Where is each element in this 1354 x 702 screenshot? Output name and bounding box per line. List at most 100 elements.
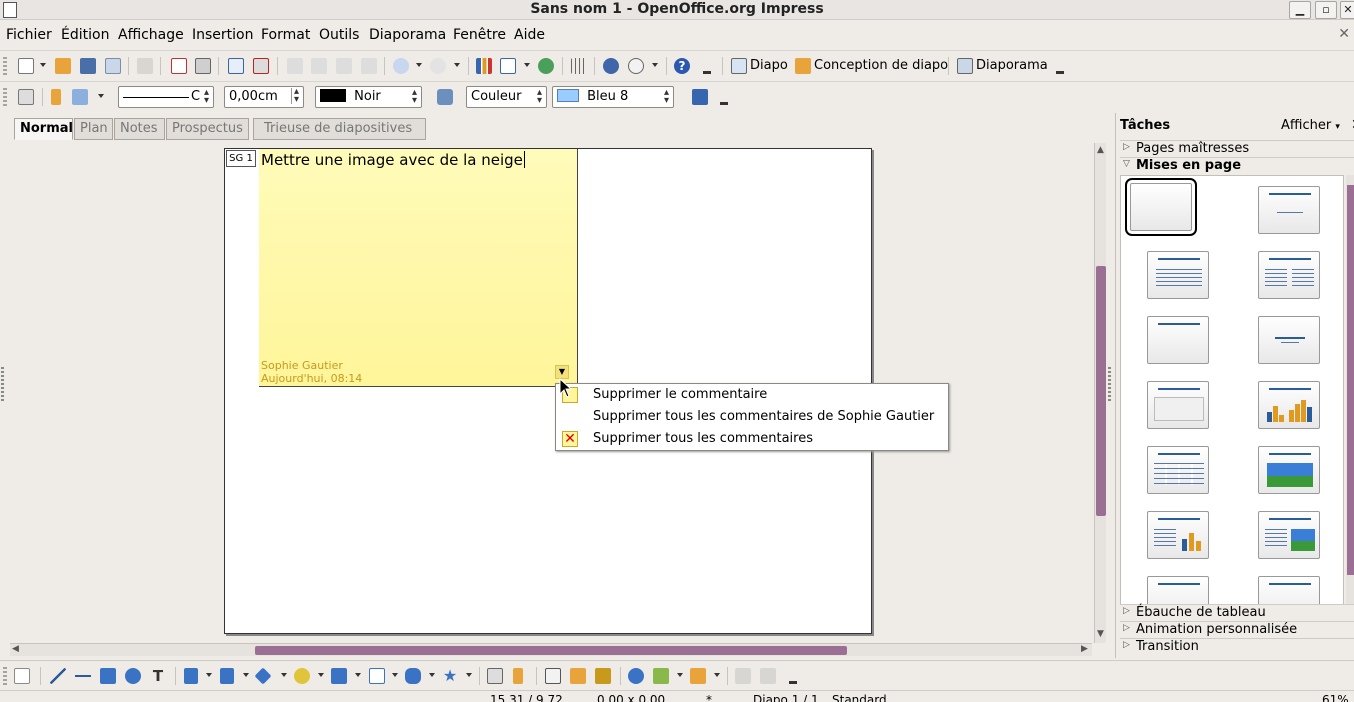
fontwork-gallery-icon[interactable] (545, 668, 561, 684)
menu-item-delete-comment[interactable]: Supprimer le commentaire (556, 384, 948, 406)
print-icon[interactable] (195, 58, 211, 74)
layout-title-empty[interactable] (1147, 316, 1209, 364)
task-pane-view-menu[interactable]: Afficher ▾ (1281, 118, 1340, 133)
line-width-field[interactable]: 0,00cm ▴ ▾ (224, 86, 304, 108)
fontwork-icon[interactable] (538, 58, 554, 74)
cut-icon[interactable] (287, 58, 303, 74)
spin-arrows-icon[interactable]: ▴ ▾ (290, 87, 299, 105)
stars-icon[interactable]: ★ (442, 668, 458, 684)
menu-affichage[interactable]: Affichage (118, 27, 184, 43)
close-window-button[interactable]: ✕ (1340, 1, 1354, 19)
layout-centered-text[interactable] (1258, 316, 1320, 364)
menu-fichier[interactable]: Fichier (6, 27, 52, 43)
menu-edition[interactable]: Édition (61, 27, 109, 43)
arrow-line-icon[interactable] (75, 668, 91, 684)
object-icon[interactable] (18, 89, 34, 105)
comment-menu-button[interactable]: ▼ (555, 365, 569, 379)
toolbar-grip[interactable] (3, 667, 7, 685)
alignment-icon[interactable] (653, 668, 669, 684)
horizontal-scrollbar[interactable]: ◀ ▶ (10, 643, 1092, 656)
line-tool-icon[interactable] (51, 89, 61, 105)
rotate-icon[interactable] (628, 668, 644, 684)
minimize-button[interactable]: ▁ (1289, 1, 1311, 19)
new-dropdown-icon[interactable] (40, 63, 46, 67)
vertical-scroll-thumb[interactable] (1096, 266, 1106, 516)
conception-diapo-button[interactable]: Conception de diapo (814, 58, 948, 73)
section-mises-en-page[interactable]: ▽ Mises en page (1120, 157, 1354, 174)
slideshow-icon[interactable] (957, 58, 973, 74)
shadow-icon[interactable] (692, 89, 708, 105)
toolbar-grip[interactable] (3, 88, 7, 106)
layout-title-two-content[interactable] (1258, 251, 1320, 299)
edit-file-icon[interactable] (137, 58, 153, 74)
callouts-dropdown-icon[interactable] (429, 673, 435, 677)
table-icon[interactable] (500, 58, 516, 74)
horizontal-scroll-thumb[interactable] (255, 646, 847, 655)
arrow-style-icon[interactable] (72, 89, 88, 105)
area-style-combo[interactable]: Couleur ▴ ▾ (466, 86, 547, 108)
chart-icon[interactable] (476, 58, 492, 74)
layout-title-chart[interactable] (1258, 381, 1320, 429)
layout-title-content[interactable] (1147, 251, 1209, 299)
menu-diaporama[interactable]: Diaporama (369, 27, 446, 43)
insert-image-icon[interactable] (570, 668, 586, 684)
section-ebauche-tableau[interactable]: ▷ Ébauche de tableau (1120, 604, 1354, 621)
left-panel-grip[interactable] (1, 367, 4, 401)
section-transition[interactable]: ▷ Transition (1120, 638, 1354, 655)
comment-marker[interactable]: SG 1 (226, 150, 256, 167)
help-icon[interactable]: ? (674, 58, 690, 74)
block-arrows-icon[interactable] (331, 668, 347, 684)
block-arrows-dropdown-icon[interactable] (355, 673, 361, 677)
slide-icon[interactable] (731, 58, 747, 74)
layout-text-chart[interactable] (1147, 511, 1209, 559)
copy-icon[interactable] (311, 58, 327, 74)
connector-dropdown-icon[interactable] (243, 673, 249, 677)
symbol-shapes-dropdown-icon[interactable] (318, 673, 324, 677)
menu-item-delete-all-comments[interactable]: ✕ Supprimer tous les commentaires (556, 428, 948, 450)
basic-shapes-icon[interactable] (254, 667, 272, 685)
effects-icon[interactable] (760, 668, 776, 684)
tab-normal[interactable]: Normal (14, 118, 73, 140)
open-folder-icon[interactable] (55, 58, 71, 74)
undo-icon[interactable] (393, 58, 409, 74)
diapo-button[interactable]: Diapo (750, 58, 788, 73)
extrusion-icon[interactable] (735, 668, 751, 684)
basic-shapes-dropdown-icon[interactable] (281, 673, 287, 677)
redo-dropdown-icon[interactable] (454, 63, 460, 67)
curve-dropdown-icon[interactable] (206, 673, 212, 677)
toolbar-overflow-icon[interactable] (720, 102, 728, 105)
comment-text[interactable]: Mettre une image avec de la neige (261, 151, 523, 169)
vertical-scrollbar[interactable]: ▲ ▼ (1094, 143, 1106, 643)
area-fill-icon[interactable] (437, 89, 453, 105)
curve-icon[interactable] (184, 668, 198, 684)
arrange-dropdown-icon[interactable] (714, 673, 720, 677)
email-icon[interactable] (105, 58, 121, 74)
menu-aide[interactable]: Aide (514, 27, 545, 43)
maximize-button[interactable]: ▫ (1315, 1, 1337, 19)
scroll-left-icon[interactable]: ◀ (12, 644, 19, 654)
flowchart-icon[interactable] (369, 668, 385, 684)
layout-text-image[interactable] (1258, 511, 1320, 559)
select-arrow-icon[interactable] (14, 668, 30, 684)
line-icon[interactable] (50, 668, 66, 684)
zoom-level[interactable]: 61% (1322, 693, 1349, 702)
scroll-down-icon[interactable]: ▼ (1097, 629, 1104, 639)
zoom-icon[interactable] (628, 58, 644, 74)
menu-item-delete-author-comments[interactable]: Supprimer tous les commentaires de Sophi… (556, 406, 948, 428)
layout-chart-text[interactable] (1147, 576, 1209, 604)
connector-icon[interactable] (220, 668, 234, 684)
tab-trieuse[interactable]: Trieuse de diapositives (253, 118, 426, 140)
table-dropdown-icon[interactable] (524, 63, 530, 67)
callouts-icon[interactable] (405, 668, 421, 684)
glue-points-icon[interactable] (513, 668, 523, 684)
paste-icon[interactable] (336, 58, 352, 74)
layout-title-table[interactable] (1147, 446, 1209, 494)
text-tool-icon[interactable]: T (150, 668, 166, 684)
stars-dropdown-icon[interactable] (466, 673, 472, 677)
menu-outils[interactable]: Outils (319, 27, 359, 43)
line-style-combo[interactable]: C ▴ ▾ (118, 86, 214, 108)
line-color-combo[interactable]: Noir ▴ ▾ (315, 86, 422, 108)
layout-title-image[interactable] (1258, 446, 1320, 494)
comment-note[interactable]: Mettre une image avec de la neige Sophie… (259, 149, 578, 387)
autospellcheck-icon[interactable] (253, 58, 269, 74)
